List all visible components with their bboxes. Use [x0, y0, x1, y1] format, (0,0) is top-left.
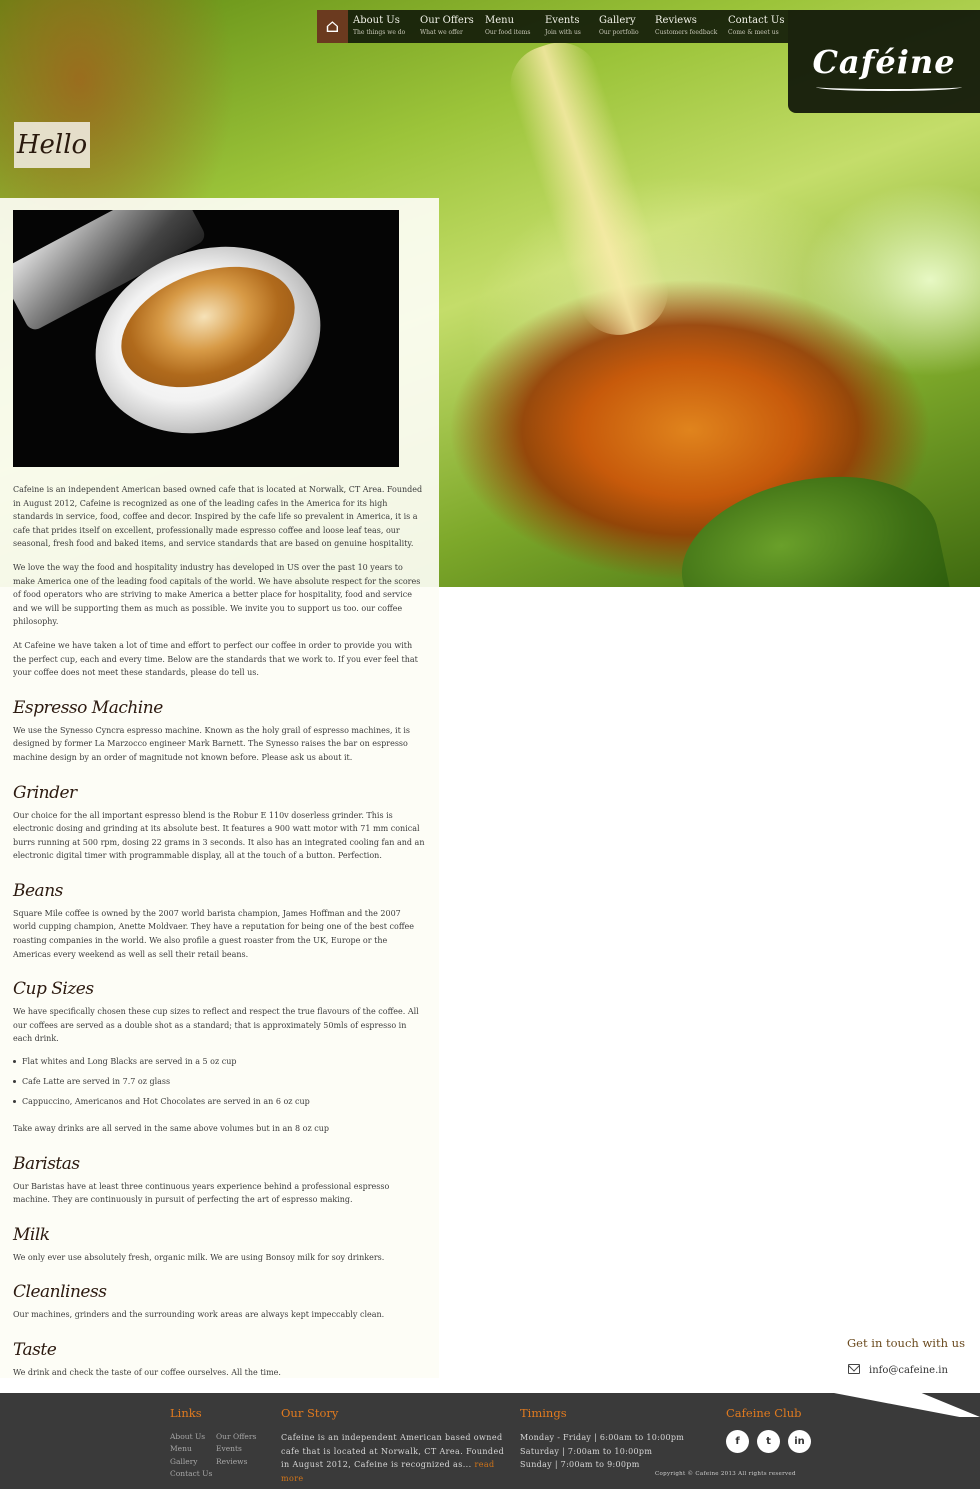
footer-story-text: Cafeine is an independent American based… — [281, 1433, 505, 1470]
timing-row: Monday - Friday | 6:00am to 10:00pm — [520, 1433, 685, 1442]
section-text: We use the Synesso Cyncra espresso machi… — [13, 725, 411, 762]
envelope-icon — [848, 1364, 860, 1374]
section-title-taste: Taste — [13, 1340, 57, 1360]
leaf-decor — [667, 454, 953, 587]
section-text: Our choice for the all important espress… — [13, 810, 425, 861]
facebook-icon[interactable]: f — [726, 1430, 749, 1453]
page-title: Hello — [14, 122, 90, 168]
nav-subtitle: Our food items — [485, 29, 531, 36]
get-in-touch-title: Get in touch with us — [847, 1336, 965, 1350]
logo-text: Caféine — [812, 42, 956, 81]
nav-subtitle: Our portfolio — [599, 29, 639, 36]
linkedin-icon[interactable]: in — [788, 1430, 811, 1453]
section-text: Our Baristas have at least three continu… — [13, 1181, 390, 1205]
tea-stream — [500, 32, 679, 346]
section-text: We have specifically chosen these cup si… — [13, 1007, 419, 1044]
nav-about-us[interactable]: About Us The things we do — [348, 10, 415, 43]
nav-our-offers[interactable]: Our Offers What we offer — [415, 10, 480, 43]
get-in-touch: Get in touch with us info@cafeine.in — [834, 1324, 980, 1394]
nav-title: Reviews — [655, 15, 697, 26]
nav-gallery[interactable]: Gallery Our portfolio — [594, 10, 650, 43]
email-link[interactable]: info@cafeine.in — [869, 1365, 948, 1376]
section-title-beans: Beans — [13, 880, 63, 901]
nav-title: Events — [545, 15, 580, 26]
footer-club-title: Cafeine Club — [726, 1406, 802, 1420]
section-title-grinder: Grinder — [13, 782, 77, 803]
nav-reviews[interactable]: Reviews Customers feedback — [650, 10, 723, 43]
main-nav: ⌂ About Us The things we do Our Offers W… — [317, 10, 788, 43]
twitter-icon[interactable]: t — [757, 1430, 780, 1453]
nav-title: Gallery — [599, 15, 636, 26]
logo-box[interactable]: Caféine — [788, 10, 980, 113]
section-text: We drink and check the taste of our coff… — [13, 1368, 281, 1377]
footer-link-reviews[interactable]: Reviews — [216, 1456, 266, 1468]
list-item: Cafe Latte are served in 7.7 oz glass — [13, 1076, 425, 1088]
nav-subtitle: Join with us — [545, 29, 581, 36]
logo-swoosh — [816, 83, 962, 91]
intro-paragraph: Cafeine is an independent American based… — [13, 485, 423, 549]
latte-art-photo — [13, 210, 399, 467]
nav-subtitle: What we offer — [420, 29, 463, 36]
section-title-espresso: Espresso Machine — [13, 697, 163, 718]
section-text: Square Mile coffee is owned by the 2007 … — [13, 908, 414, 959]
nav-title: Our Offers — [420, 15, 474, 26]
home-icon[interactable]: ⌂ — [317, 10, 348, 43]
timing-row: Saturday | 7:00am to 10:00pm — [520, 1446, 653, 1456]
copyright: Copyright © Cafeine 2013 All rights rese… — [655, 1471, 796, 1477]
footer-links: About Us Our Offers Menu Events Gallery … — [170, 1431, 266, 1480]
section-title-cup-sizes: Cup Sizes — [13, 979, 94, 1000]
footer-notch — [834, 1393, 980, 1417]
footer-timings: Monday - Friday | 6:00am to 10:00pm Satu… — [520, 1431, 684, 1472]
section-title-baristas: Baristas — [13, 1153, 80, 1174]
list-item: Cappuccino, Americanos and Hot Chocolate… — [13, 1096, 425, 1108]
footer-link-menu[interactable]: Menu — [170, 1443, 216, 1455]
nav-subtitle: The things we do — [353, 29, 406, 36]
section-text: Our machines, grinders and the surroundi… — [13, 1310, 385, 1320]
nav-subtitle: Customers feedback — [655, 29, 718, 36]
nav-menu[interactable]: Menu Our food items — [480, 10, 540, 43]
footer-link-our-offers[interactable]: Our Offers — [216, 1431, 266, 1443]
intro-paragraph: At Cafeine we have taken a lot of time a… — [13, 640, 418, 678]
cup-size-list: Flat whites and Long Blacks are served i… — [13, 1056, 425, 1108]
section-text: We only ever use absolutely fresh, organ… — [13, 1252, 385, 1262]
section-text: Take away drinks are all served in the s… — [13, 1124, 329, 1134]
footer-link-gallery[interactable]: Gallery — [170, 1456, 216, 1468]
nav-subtitle: Come & meet us — [728, 29, 779, 36]
nav-events[interactable]: Events Join with us — [540, 10, 594, 43]
section-title-cleanliness: Cleanliness — [13, 1282, 107, 1303]
footer-link-events[interactable]: Events — [216, 1443, 266, 1455]
content-panel: Cafeine is an independent American based… — [0, 198, 439, 1378]
footer-timings-title: Timings — [520, 1406, 567, 1420]
nav-title: Menu — [485, 15, 515, 26]
footer-link-contact-us[interactable]: Contact Us — [170, 1468, 216, 1480]
timing-row: Sunday | 7:00am to 9:00pm — [520, 1460, 640, 1470]
section-title-milk: Milk — [13, 1224, 50, 1245]
logo: Caféine — [812, 42, 962, 91]
nav-title: About Us — [353, 15, 400, 26]
nav-contact-us[interactable]: Contact Us Come & meet us — [723, 10, 788, 43]
footer-story-title: Our Story — [281, 1406, 339, 1420]
list-item: Flat whites and Long Blacks are served i… — [13, 1056, 425, 1068]
footer: Links About Us Our Offers Menu Events Ga… — [0, 1393, 980, 1489]
social-links: f t in — [726, 1430, 811, 1453]
footer-links-title: Links — [170, 1406, 202, 1420]
nav-title: Contact Us — [728, 15, 785, 26]
footer-story: Cafeine is an independent American based… — [281, 1431, 507, 1485]
intro-paragraph: We love the way the food and hospitality… — [13, 562, 421, 627]
footer-link-about-us[interactable]: About Us — [170, 1431, 216, 1443]
